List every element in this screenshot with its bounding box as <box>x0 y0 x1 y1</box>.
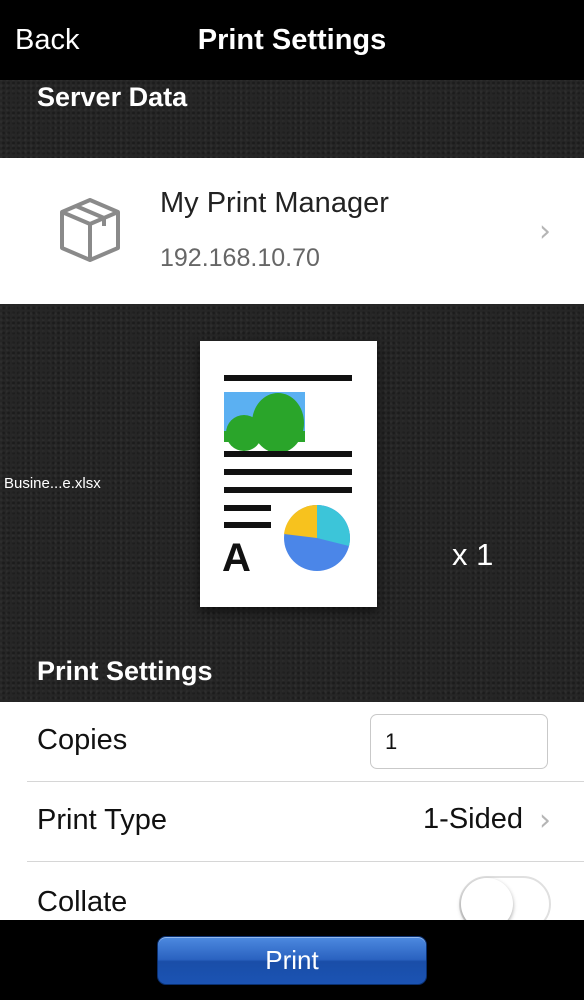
nav-bar: Back Print Settings <box>0 0 584 80</box>
copies-label: Copies <box>37 724 128 756</box>
page-title: Print Settings <box>197 24 387 56</box>
copies-count-display: x 1 <box>452 537 494 572</box>
server-ip: 192.168.10.70 <box>160 244 320 272</box>
print-type-label: Print Type <box>37 804 168 836</box>
document-thumbnail-icon: A <box>222 375 352 580</box>
screen: Back Print Settings Server Data My Print… <box>0 0 584 1000</box>
document-preview: A <box>200 341 377 607</box>
copies-input[interactable] <box>370 714 548 769</box>
print-type-value: 1-Sided <box>423 803 523 835</box>
file-name: Busine...e.xlsx <box>4 475 101 492</box>
svg-text:A: A <box>222 536 251 580</box>
chevron-right-icon: › <box>539 803 551 838</box>
print-settings-header: Print Settings <box>37 656 213 686</box>
server-data-header: Server Data <box>37 82 188 112</box>
collate-label: Collate <box>37 886 128 918</box>
server-name: My Print Manager <box>160 187 389 219</box>
chevron-right-icon: › <box>539 214 551 249</box>
print-button[interactable]: Print <box>157 936 427 985</box>
box-icon <box>60 198 120 262</box>
